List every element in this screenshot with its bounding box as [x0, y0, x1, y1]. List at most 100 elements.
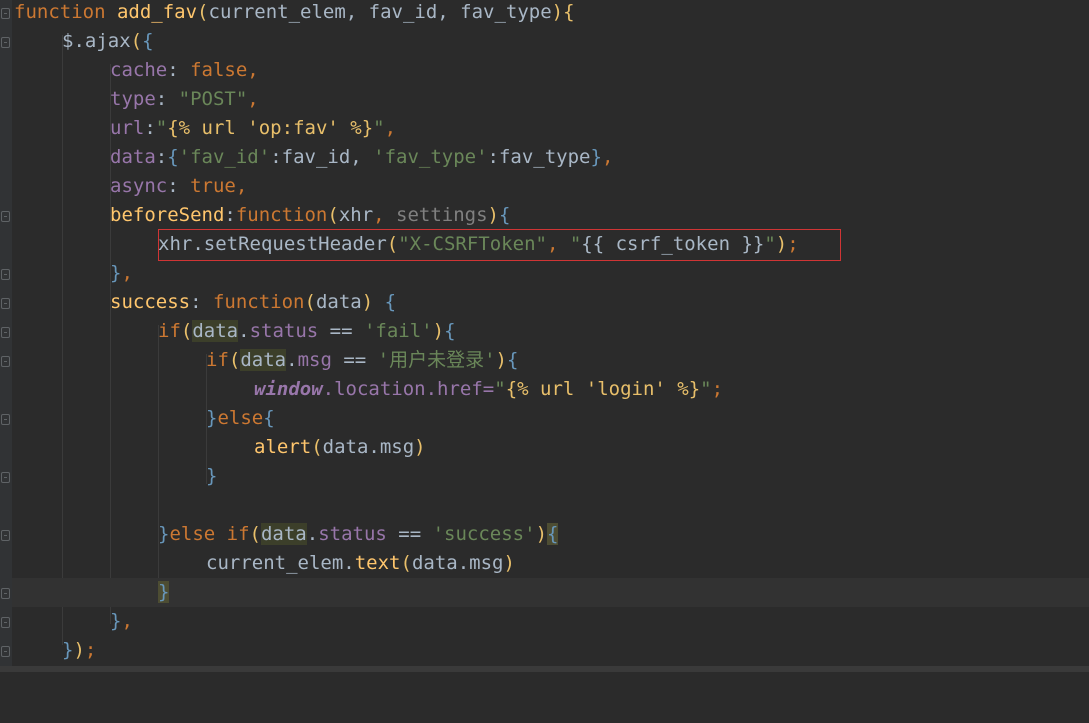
- brace: }: [158, 581, 170, 603]
- comma: ,: [247, 59, 259, 81]
- fold-marker-icon[interactable]: [1, 211, 10, 222]
- brace: {: [547, 523, 559, 545]
- brace: {: [444, 320, 456, 342]
- code-line[interactable]: async: true,: [12, 172, 1089, 201]
- fold-marker-icon[interactable]: [1, 356, 10, 367]
- code-line[interactable]: }else if(data.status == 'success'){: [12, 520, 1089, 549]
- fold-marker-icon[interactable]: [1, 530, 10, 541]
- separator: :: [190, 291, 213, 313]
- operator: ==: [318, 320, 364, 342]
- keyword: function: [235, 204, 328, 226]
- fold-marker-icon[interactable]: [1, 588, 10, 599]
- template-tag: {% url 'login' %}: [505, 378, 701, 400]
- separator: :: [167, 175, 191, 197]
- dot: .: [286, 349, 298, 371]
- fold-marker-icon[interactable]: [1, 472, 10, 483]
- identifier: data: [192, 320, 239, 342]
- paren: (: [304, 291, 316, 313]
- paren: (: [130, 30, 143, 52]
- code-line[interactable]: },: [12, 259, 1089, 288]
- code-line[interactable]: data:{'fav_id':fav_id, 'fav_type':fav_ty…: [12, 143, 1089, 172]
- fold-marker-icon[interactable]: [1, 298, 10, 309]
- comma: ,: [601, 146, 614, 168]
- property: status: [249, 320, 319, 342]
- code-line[interactable]: }else{: [12, 404, 1089, 433]
- brace: }: [206, 465, 218, 487]
- comma: ,: [247, 88, 259, 110]
- semicolon: ;: [711, 378, 724, 400]
- highlight-box: [158, 229, 841, 261]
- function-call: alert: [254, 436, 312, 458]
- operator: ==: [386, 523, 433, 545]
- code-line[interactable]: current_elem.text(data.msg): [12, 549, 1089, 578]
- code-line[interactable]: if(data.msg == '用户未登录'){: [12, 346, 1089, 375]
- code-line[interactable]: type: "POST",: [12, 85, 1089, 114]
- function-args: current_elem, fav_id, fav_type: [208, 1, 552, 23]
- keyword: if: [158, 320, 181, 342]
- fold-marker-icon[interactable]: [1, 37, 10, 48]
- fold-marker-icon[interactable]: [1, 414, 10, 425]
- comma: ,: [121, 610, 133, 632]
- separator: :: [155, 88, 179, 110]
- comma: ,: [121, 262, 133, 284]
- brace: {: [142, 30, 154, 52]
- function-call: text: [354, 552, 401, 574]
- code-line-current[interactable]: }: [12, 578, 1089, 607]
- paren: ): [432, 320, 445, 342]
- brace: }: [62, 639, 74, 661]
- brace: }: [590, 146, 602, 168]
- identifier: data: [260, 523, 307, 545]
- string-value: '用户未登录': [377, 349, 496, 371]
- paren: ): [414, 436, 426, 458]
- separator: :: [167, 59, 191, 81]
- comma: ,: [373, 204, 397, 226]
- code-line[interactable]: alert(data.msg): [12, 433, 1089, 462]
- editor-gutter[interactable]: [0, 0, 12, 672]
- semicolon: ;: [84, 639, 97, 661]
- paren: ): [73, 639, 85, 661]
- param: data: [315, 291, 362, 313]
- argument: data.msg: [322, 436, 415, 458]
- fold-marker-icon[interactable]: [1, 617, 10, 628]
- fold-marker-icon[interactable]: [1, 8, 10, 19]
- separator: :: [144, 117, 156, 139]
- keyword: function: [212, 291, 305, 313]
- quote: ": [373, 117, 385, 139]
- code-line[interactable]: beforeSend:function(xhr, settings){: [12, 201, 1089, 230]
- fold-marker-icon[interactable]: [1, 646, 10, 657]
- paren: (: [197, 1, 209, 23]
- code-editor[interactable]: function add_fav(current_elem, fav_id, f…: [12, 0, 1089, 672]
- property-key: data: [110, 146, 156, 168]
- paren: ): [495, 349, 507, 371]
- operator: ==: [331, 349, 378, 371]
- paren: (: [400, 552, 412, 574]
- brace: {: [167, 146, 179, 168]
- paren: (: [311, 436, 323, 458]
- code-text: :fav_type: [487, 146, 591, 168]
- code-line[interactable]: },: [12, 607, 1089, 636]
- boolean-value: false: [190, 59, 248, 81]
- code-line[interactable]: url:"{% url 'op:fav' %}",: [12, 114, 1089, 143]
- horizontal-scrollbar[interactable]: [0, 666, 1089, 672]
- property: status: [318, 523, 387, 545]
- code-line[interactable]: cache: false,: [12, 56, 1089, 85]
- comma: ,: [235, 175, 248, 197]
- brace: {: [563, 1, 575, 23]
- code-line[interactable]: window.location.href="{% url 'login' %}"…: [12, 375, 1089, 404]
- code-line[interactable]: success: function(data) {: [12, 288, 1089, 317]
- param-unused: settings: [396, 204, 488, 226]
- property-key: beforeSend: [110, 204, 225, 226]
- fold-marker-icon[interactable]: [1, 327, 10, 338]
- code-line[interactable]: $.ajax({: [12, 27, 1089, 56]
- fold-marker-icon[interactable]: [1, 269, 10, 280]
- string-value: 'success': [432, 523, 536, 545]
- code-line[interactable]: });: [12, 636, 1089, 665]
- brace: {: [507, 349, 519, 371]
- code-line[interactable]: function add_fav(current_elem, fav_id, f…: [12, 0, 1089, 27]
- keyword: function: [14, 1, 106, 23]
- property-key: url: [110, 117, 145, 139]
- code-line[interactable]: }: [12, 462, 1089, 491]
- string-value: "POST": [178, 88, 248, 110]
- dot: .: [306, 523, 319, 545]
- code-line[interactable]: if(data.status == 'fail'){: [12, 317, 1089, 346]
